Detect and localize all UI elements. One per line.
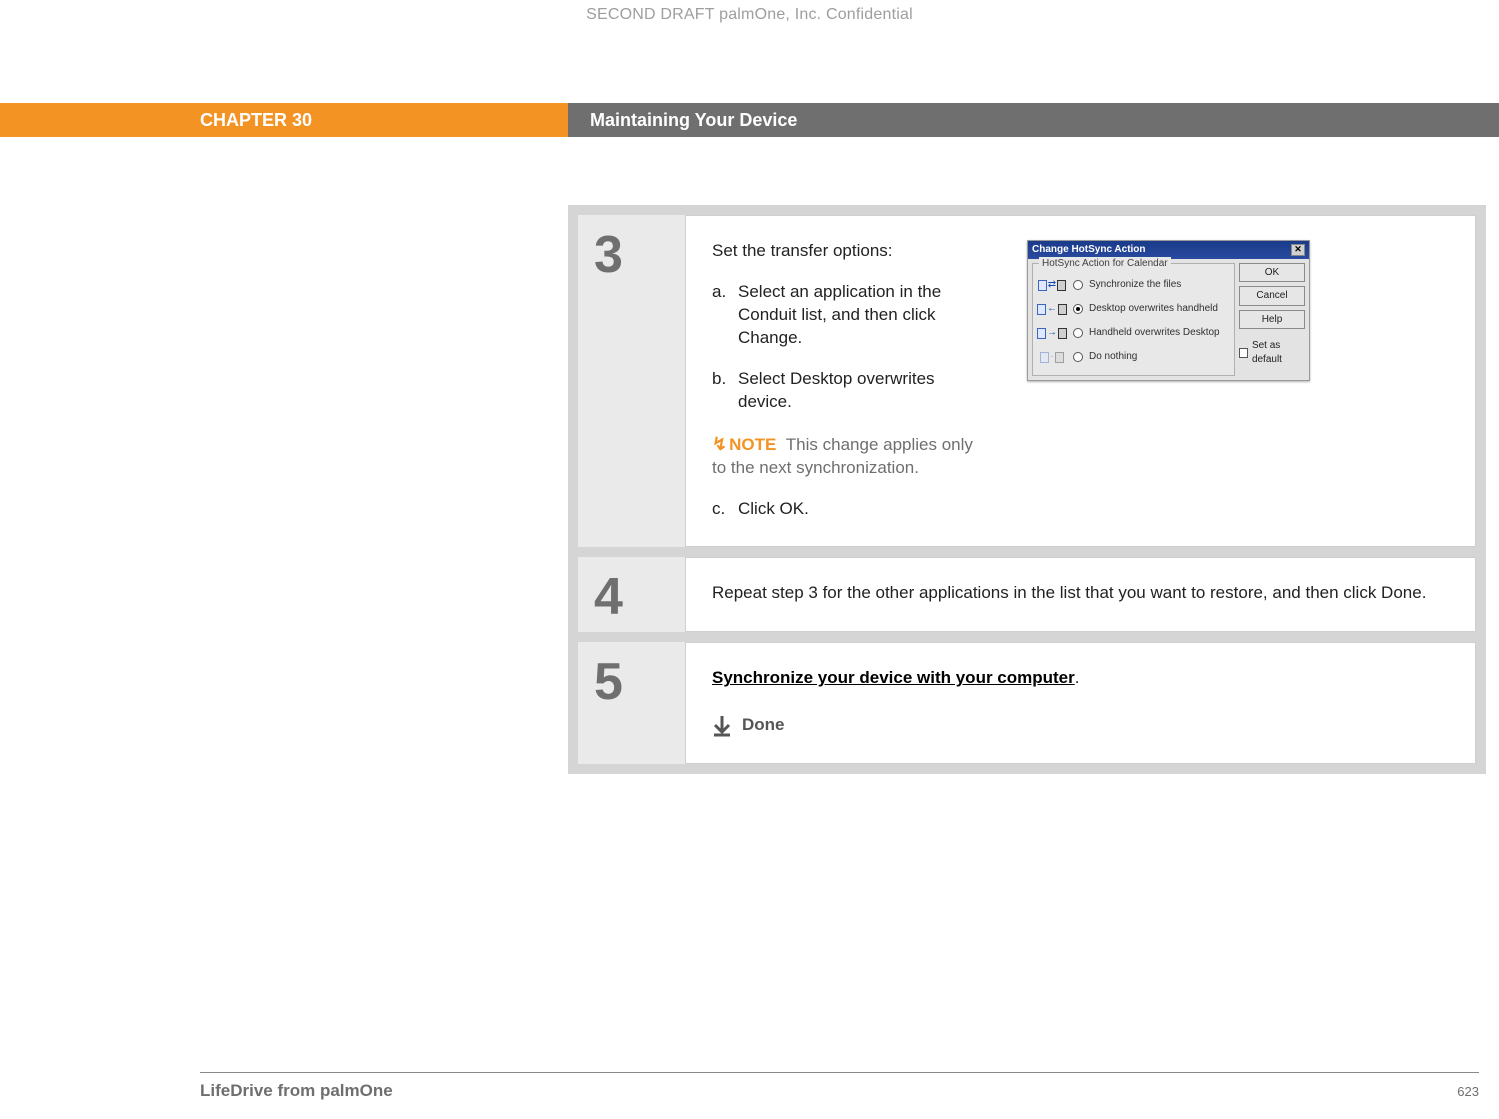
list-marker-b: b.	[712, 368, 738, 414]
dialog-group-label: HotSync Action for Calendar	[1039, 257, 1171, 271]
step-3-number: 3	[594, 226, 623, 284]
step-3-text-column: Set the transfer options: a. Select an a…	[712, 240, 987, 520]
handheld-overwrites-icon: →	[1037, 326, 1067, 340]
chapter-number: CHAPTER 30	[200, 110, 312, 131]
hotsync-dialog: Change HotSync Action ✕ HotSync Action f…	[1027, 240, 1310, 381]
radio-icon[interactable]	[1073, 328, 1083, 338]
step-4-text: Repeat step 3 for the other applications…	[712, 583, 1426, 602]
sync-icon: ⇄	[1037, 278, 1067, 292]
step-4-number: 4	[594, 568, 623, 626]
radio-icon[interactable]	[1073, 280, 1083, 290]
done-label: Done	[742, 714, 785, 737]
set-default-checkbox[interactable]: Set as default	[1239, 339, 1305, 366]
radio-icon[interactable]	[1073, 304, 1083, 314]
cancel-button[interactable]: Cancel	[1239, 286, 1305, 306]
chapter-title: Maintaining Your Device	[590, 110, 797, 131]
option-1-label: Synchronize the files	[1089, 278, 1181, 292]
dialog-option-sync[interactable]: ⇄ Synchronize the files	[1037, 273, 1230, 297]
dialog-option-desktop-overwrites[interactable]: ← Desktop overwrites handheld	[1037, 297, 1230, 321]
chapter-bar: CHAPTER 30 Maintaining Your Device	[0, 103, 1499, 137]
step-4-number-cell: 4	[578, 557, 685, 632]
step-5-number: 5	[594, 653, 623, 711]
note-block: ↯NOTE This change applies only to the ne…	[712, 432, 987, 480]
chapter-number-block: CHAPTER 30	[0, 103, 568, 137]
list-marker-a: a.	[712, 281, 738, 350]
step-3-item-c: c. Click OK.	[712, 498, 987, 521]
period: .	[1075, 668, 1080, 687]
done-row: Done	[712, 714, 1449, 737]
step-3-dialog-image: Change HotSync Action ✕ HotSync Action f…	[1027, 240, 1449, 520]
step-4: 4 Repeat step 3 for the other applicatio…	[578, 557, 1476, 632]
footer-product: LifeDrive from palmOne	[200, 1081, 393, 1101]
option-3-label: Handheld overwrites Desktop	[1089, 326, 1220, 340]
checkbox-icon[interactable]	[1239, 348, 1248, 358]
step-3-intro: Set the transfer options:	[712, 240, 987, 263]
step-5: 5 Synchronize your device with your comp…	[578, 642, 1476, 764]
footer-page-number: 623	[1457, 1084, 1479, 1099]
step-3-a-text: Select an application in the Conduit lis…	[738, 281, 987, 350]
dialog-title: Change HotSync Action	[1032, 243, 1146, 257]
step-5-body: Synchronize your device with your comput…	[685, 642, 1476, 764]
desktop-overwrites-icon: ←	[1037, 302, 1067, 316]
dialog-option-group: HotSync Action for Calendar ⇄ Synchroniz…	[1032, 263, 1235, 377]
step-4-body: Repeat step 3 for the other applications…	[685, 557, 1476, 632]
chapter-title-block: Maintaining Your Device	[568, 103, 1499, 137]
synchronize-link[interactable]: Synchronize your device with your comput…	[712, 668, 1075, 687]
step-3-item-a: a. Select an application in the Conduit …	[712, 281, 987, 350]
page-footer: LifeDrive from palmOne 623	[200, 1072, 1479, 1101]
step-3: 3 Set the transfer options: a. Select an…	[578, 215, 1476, 547]
option-2-label: Desktop overwrites handheld	[1089, 302, 1218, 316]
step-3-b-text: Select Desktop overwrites device.	[738, 368, 987, 414]
confidential-header: SECOND DRAFT palmOne, Inc. Confidential	[0, 6, 1499, 24]
note-icon: ↯	[712, 434, 727, 454]
set-default-label: Set as default	[1252, 339, 1305, 366]
radio-icon[interactable]	[1073, 352, 1083, 362]
step-3-item-b: b. Select Desktop overwrites device.	[712, 368, 987, 414]
step-5-number-cell: 5	[578, 642, 685, 764]
step-3-body: Set the transfer options: a. Select an a…	[685, 215, 1476, 547]
dialog-side-buttons: OK Cancel Help Set as default	[1239, 263, 1305, 377]
dialog-option-do-nothing[interactable]: · Do nothing	[1037, 345, 1230, 369]
option-4-label: Do nothing	[1089, 350, 1137, 364]
dialog-option-handheld-overwrites[interactable]: → Handheld overwrites Desktop	[1037, 321, 1230, 345]
close-icon[interactable]: ✕	[1291, 244, 1305, 256]
do-nothing-icon: ·	[1037, 350, 1067, 364]
step-3-number-cell: 3	[578, 215, 685, 547]
note-label: NOTE	[729, 435, 776, 454]
step-3-c-text: Click OK.	[738, 498, 987, 521]
down-arrow-icon	[712, 715, 732, 737]
ok-button[interactable]: OK	[1239, 263, 1305, 283]
help-button[interactable]: Help	[1239, 310, 1305, 330]
steps-container: 3 Set the transfer options: a. Select an…	[568, 205, 1486, 774]
list-marker-c: c.	[712, 498, 738, 521]
